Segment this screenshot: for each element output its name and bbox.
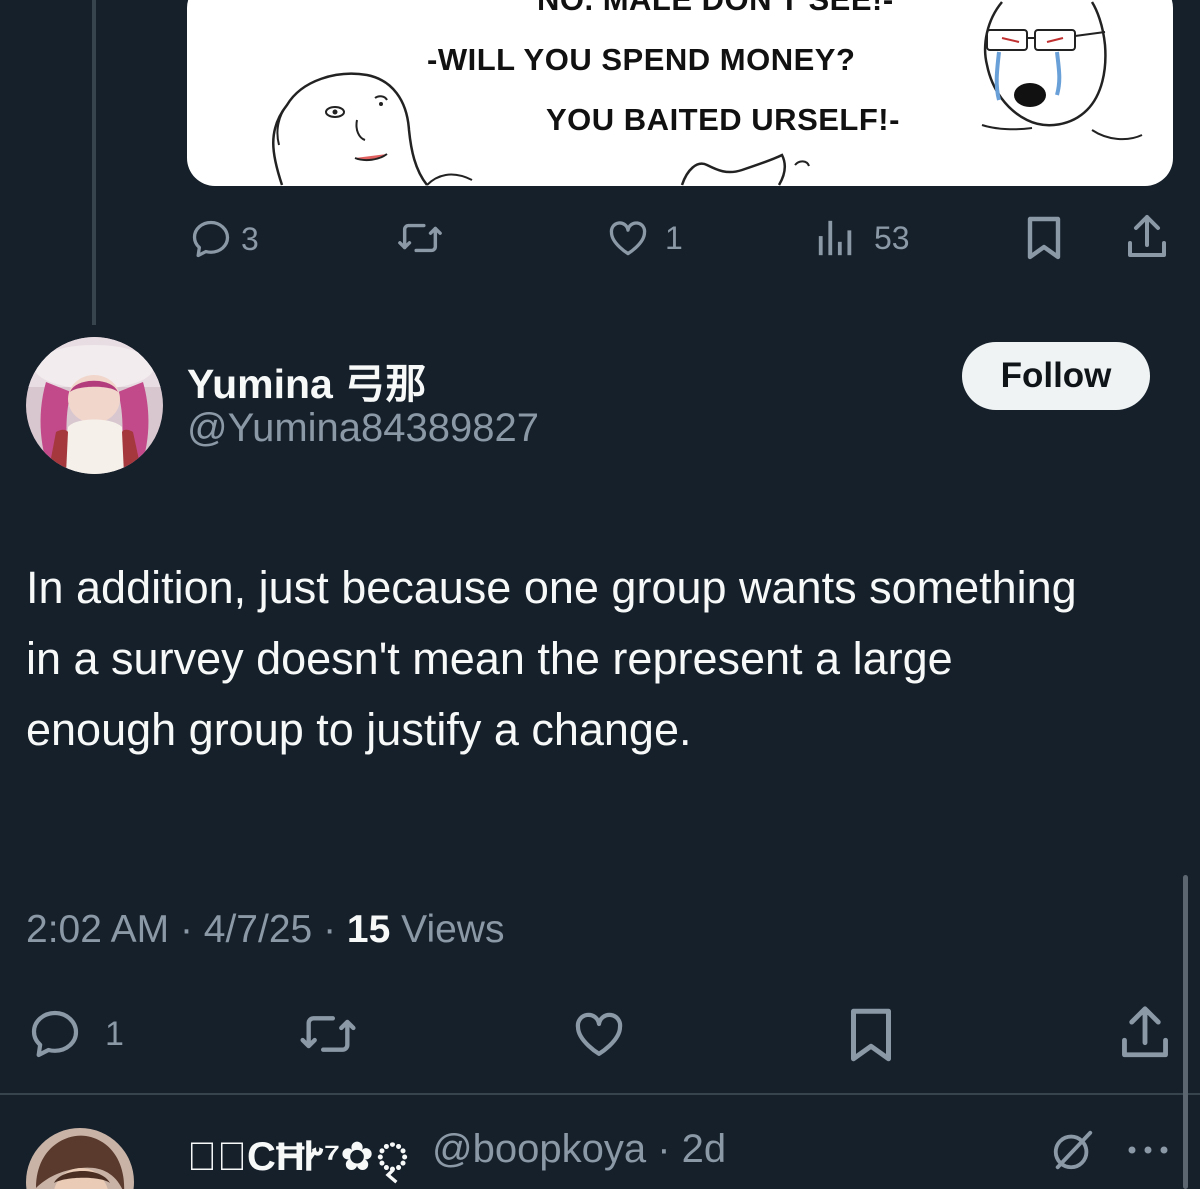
tweet-views-label[interactable]: Views [401,908,504,951]
parent-bookmark-button[interactable] [1024,215,1064,261]
bookmark-icon [846,1006,896,1064]
parent-views-count: 53 [874,219,910,256]
parent-retweet-button[interactable] [395,215,445,261]
parent-reply-button[interactable]: 3 [189,217,259,261]
reply-avatar-image [26,1128,134,1189]
more-dots-icon [1126,1135,1170,1165]
retweet-icon [395,215,445,261]
author-display-name[interactable]: Yumina 弓那 [187,350,426,410]
section-divider [0,1093,1200,1095]
tweet-date[interactable]: 4/7/25 [204,908,312,951]
reply-bubble-icon [189,217,233,261]
meme-drawing [272,1,1143,186]
tweet-text: In addition, just because one group want… [26,562,1077,755]
reply-button[interactable]: 1 [27,1006,124,1062]
reply-author-avatar[interactable] [26,1128,134,1189]
parent-like-count: 1 [665,219,683,256]
reply-author-handle[interactable]: @boopkoya [432,1127,646,1171]
grok-slash-icon [1050,1127,1096,1173]
grok-button[interactable] [1050,1127,1096,1173]
parent-views-button[interactable]: 53 [816,217,910,259]
parent-like-button[interactable]: 1 [605,216,683,260]
share-upload-icon [1124,213,1170,261]
bookmark-icon [1024,215,1064,261]
reply-author-display-name[interactable]: ✿ৃCĦᎨ⁷✿ৃ [187,1125,411,1189]
reply-author-meta: @boopkoya · 2d [432,1127,726,1172]
tweet-views-count[interactable]: 15 [347,908,390,951]
parent-tweet-media-image[interactable]: NO. MALE DON'T SEE!- -WILL YOU SPEND MON… [187,0,1173,186]
meta-separator: · [179,908,193,951]
avatar-image [26,337,163,474]
reply-bubble-icon [27,1006,83,1062]
scrollbar-thumb[interactable] [1183,875,1188,1189]
tweet-detail-page: NO. MALE DON'T SEE!- -WILL YOU SPEND MON… [0,0,1200,1189]
share-upload-icon [1117,1004,1173,1062]
thread-connector-line [92,0,96,325]
bookmark-button[interactable] [846,1006,896,1064]
reply-meta-separator: · [657,1127,671,1171]
views-bar-chart-icon [816,217,856,259]
author-handle[interactable]: @Yumina84389827 [187,406,539,451]
heart-icon [605,216,651,260]
meta-separator: · [323,908,337,951]
retweet-icon [296,1005,360,1063]
follow-button[interactable]: Follow [962,342,1150,410]
like-button[interactable] [570,1006,628,1062]
reply-age[interactable]: 2d [682,1127,727,1171]
heart-icon [570,1006,628,1062]
meme-caption-top: NO. MALE DON'T SEE!- [537,0,894,18]
tweet-time[interactable]: 2:02 AM [26,908,169,951]
author-avatar[interactable] [26,337,163,474]
parent-reply-count: 3 [241,220,259,257]
reply-more-options-button[interactable] [1126,1135,1170,1165]
meme-caption-line-1: -WILL YOU SPEND MONEY? [427,42,856,77]
reply-count: 1 [105,1014,124,1053]
tweet-timestamp-line: 2:02 AM · 4/7/25 · 15 Views [26,908,504,952]
parent-share-button[interactable] [1124,213,1170,261]
retweet-button[interactable] [296,1005,360,1063]
meme-caption-line-2: YOU BAITED URSELF!- [546,102,900,137]
share-button[interactable] [1117,1004,1173,1062]
